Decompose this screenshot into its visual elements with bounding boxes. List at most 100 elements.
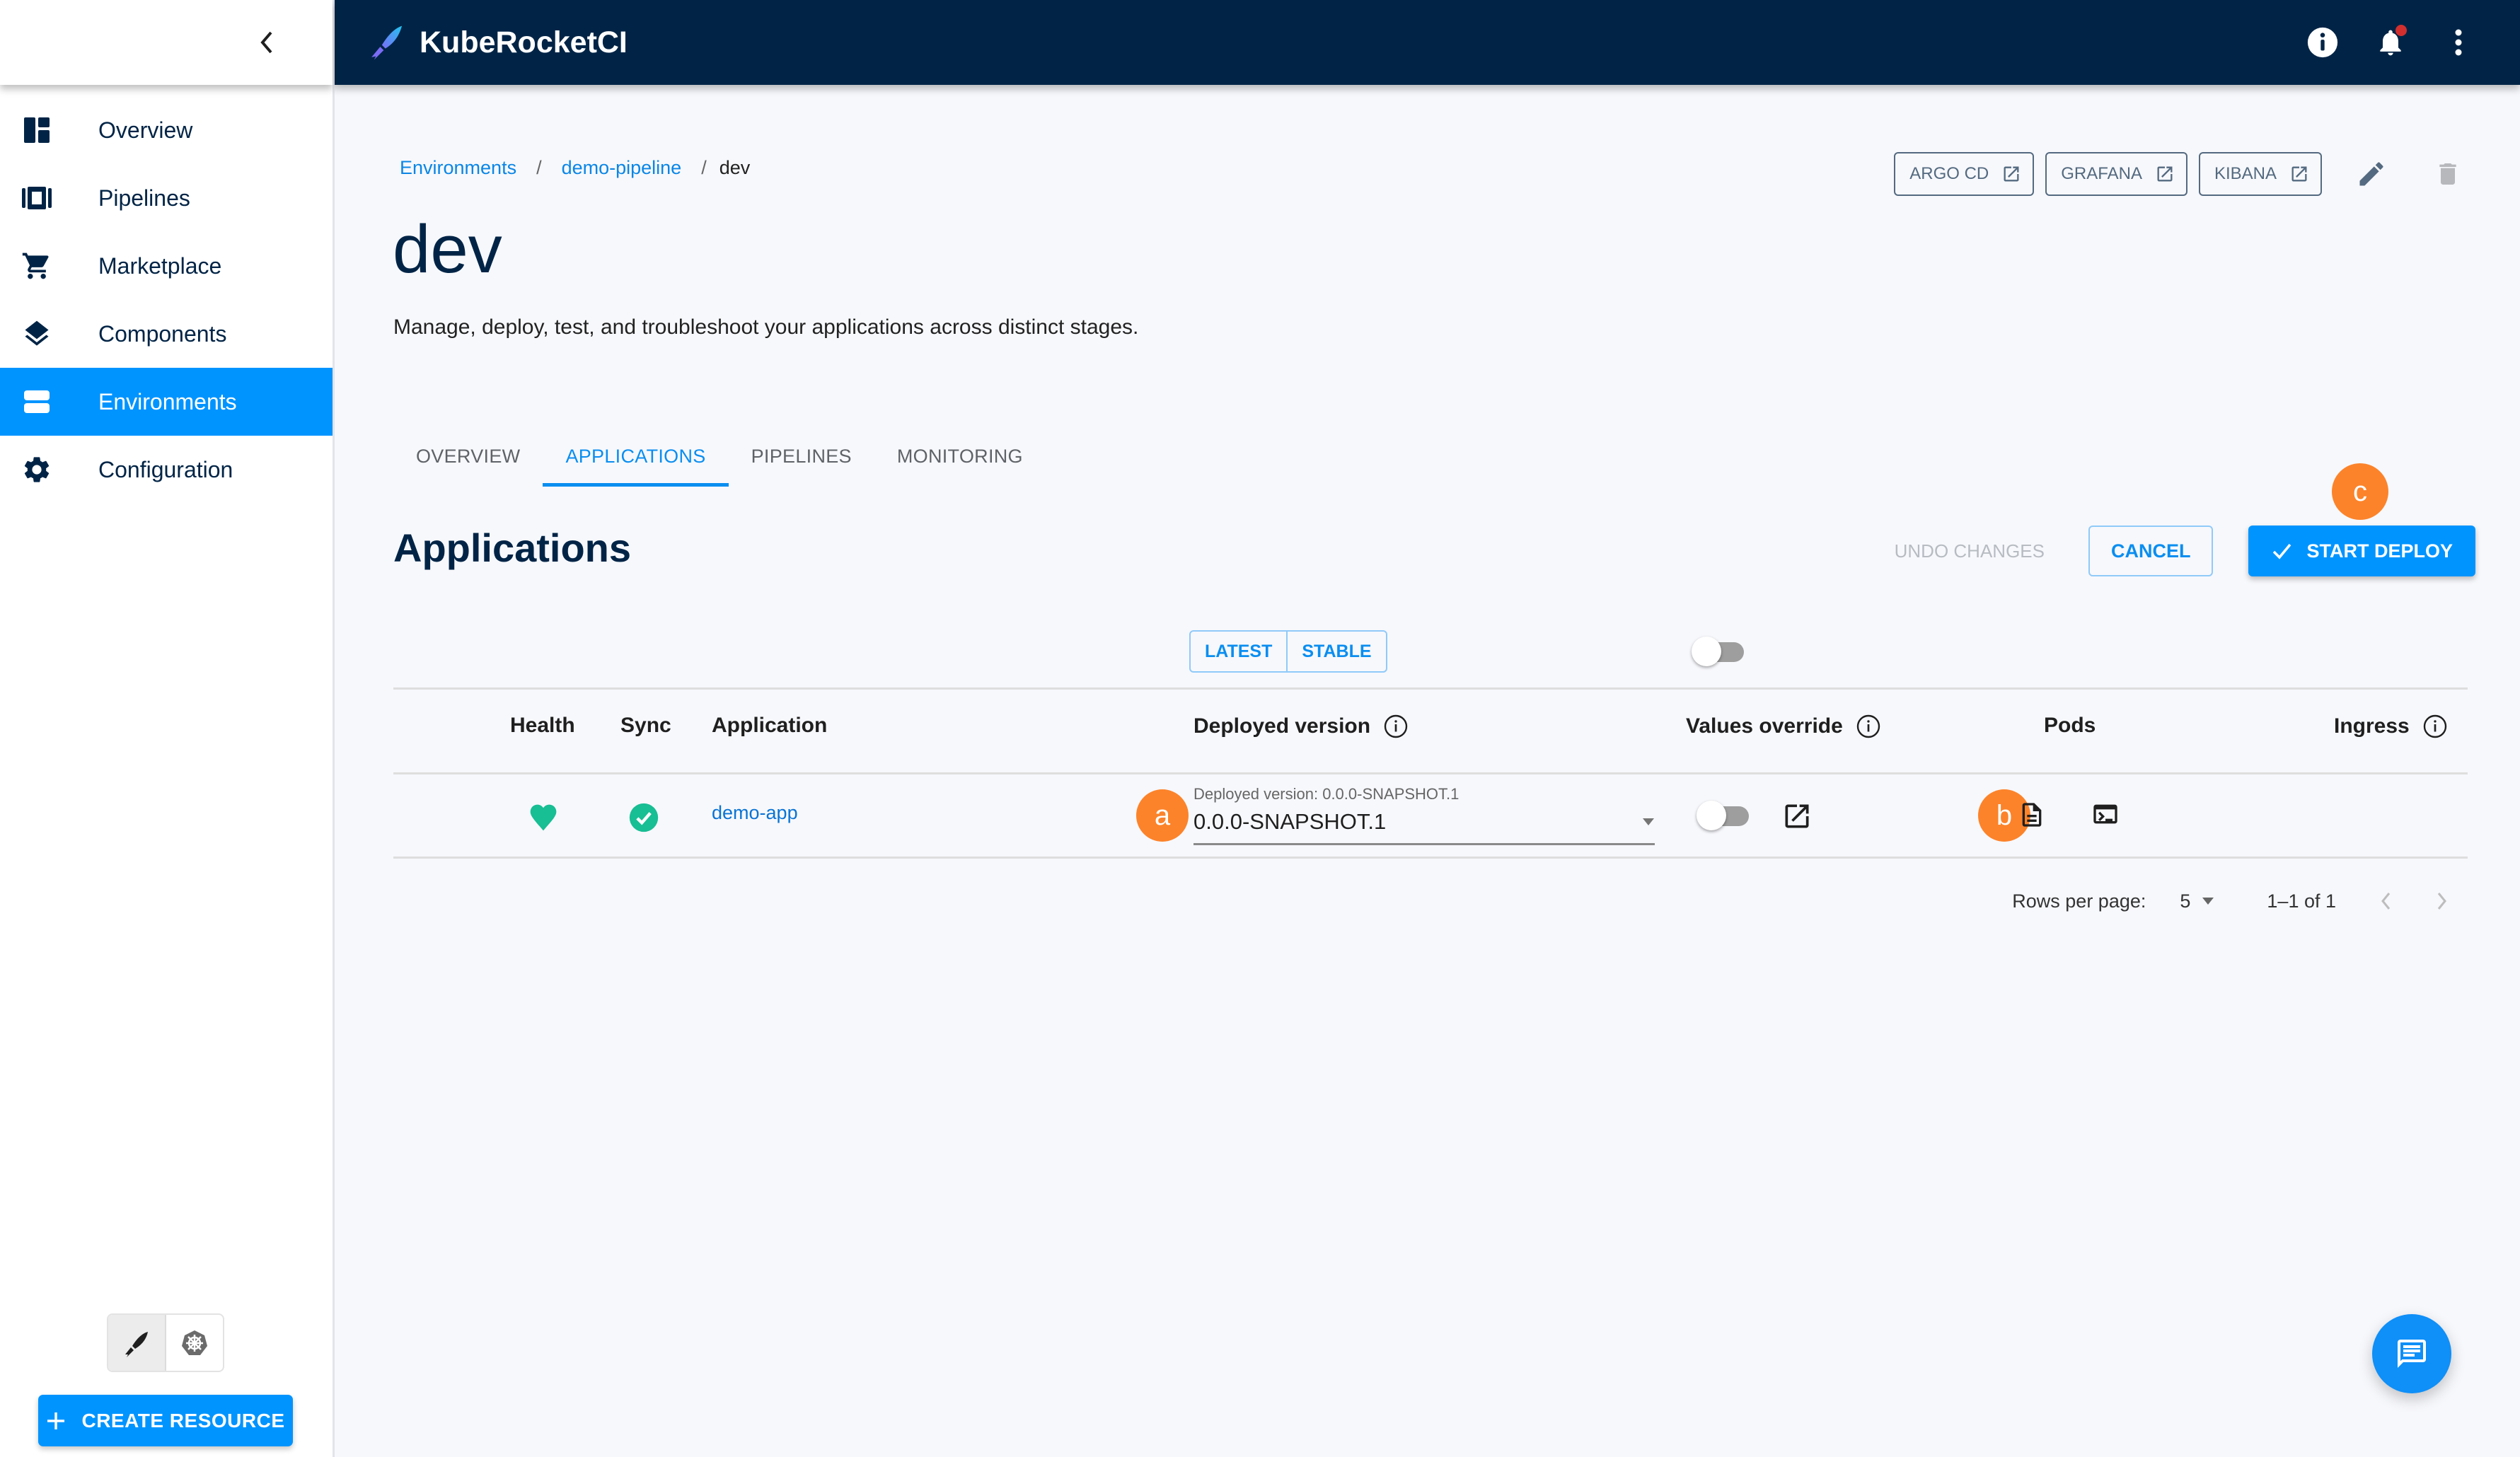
ingress-header-label: Ingress [2334,714,2410,738]
column-header-pods: Pods [2044,714,2096,738]
deployed-version-select-label: Deployed version: 0.0.0-SNAPSHOT.1 [1193,785,1460,803]
tab-pipelines[interactable]: PIPELINES [729,431,874,481]
dropdown-arrow-icon [2202,898,2214,905]
next-page-button[interactable] [2421,880,2463,922]
more-vertical-icon [2455,29,2462,56]
sidebar-item-pipelines[interactable]: Pipelines [0,164,333,232]
chevron-right-icon [2437,893,2446,910]
info-icon [2307,27,2338,58]
app-title: KubeRocketCI [420,25,628,59]
selected-version: 0.0.0-SNAPSHOT.1 [1193,809,1387,834]
cart-icon [18,248,55,284]
rows-per-page-select[interactable]: 5 [2180,890,2214,912]
krci-mode-button[interactable] [108,1315,166,1371]
stable-button[interactable]: STABLE [1286,632,1385,671]
stage-header-actions: ARGO CD GRAFANA KIBANA [1894,149,2473,199]
info-button[interactable] [2304,23,2342,62]
chat-fab-button[interactable] [2372,1314,2451,1393]
document-icon [2022,803,2042,827]
page-title: dev [393,211,502,287]
switch-thumb [1697,801,1726,830]
argocd-label: ARGO CD [1909,164,1989,183]
notifications-button[interactable] [2371,23,2410,62]
deployed-version-header-label: Deployed version [1193,714,1371,738]
deployed-version-select[interactable]: Deployed version: 0.0.0-SNAPSHOT.1 0.0.0… [1193,785,1655,845]
latest-button[interactable]: LATEST [1191,632,1286,671]
chat-icon [2398,1340,2426,1368]
pods-header-label: Pods [2044,714,2096,737]
create-resource-label: CREATE RESOURCE [81,1409,285,1432]
sidebar-header [0,0,333,85]
column-header-values-override: Values override [1686,714,1881,739]
info-outline-icon[interactable] [1383,714,1409,739]
breadcrumb-environments[interactable]: Environments [400,157,516,179]
column-header-application[interactable]: Application [712,714,827,738]
cancel-button[interactable]: CANCEL [2088,526,2214,576]
tab-applications[interactable]: APPLICATIONS [543,431,729,487]
start-deploy-button[interactable]: START DEPLOY [2248,526,2475,576]
check-icon [2273,543,2291,559]
top-actions [2304,0,2478,85]
open-values-override-button[interactable] [1781,801,1813,832]
kubernetes-mode-button[interactable] [166,1315,223,1371]
chevron-left-icon [2381,893,2391,910]
brand[interactable]: KubeRocketCI [367,0,628,85]
sidebar-item-label: Marketplace [98,252,222,279]
pod-terminal-button[interactable] [2091,800,2120,830]
previous-page-button[interactable] [2364,880,2407,922]
chevron-left-icon [260,31,272,54]
breadcrumb-current: dev [719,157,751,178]
heart-icon [530,804,557,831]
pipelines-icon [18,180,55,216]
page-description: Manage, deploy, test, and troubleshoot y… [393,315,1139,339]
kuberocketci-logo-icon [371,25,403,60]
tab-overview[interactable]: OVERVIEW [393,431,543,481]
breadcrumb-separator: / [701,157,707,178]
health-status-cell [528,802,559,837]
column-header-health[interactable]: Health [510,714,575,738]
global-values-override-switch[interactable] [1692,635,1748,668]
environments-icon [18,383,55,420]
edit-button[interactable] [2346,149,2397,199]
open-in-new-icon [2004,166,2019,182]
info-outline-icon[interactable] [2422,714,2448,739]
sidebar-item-components[interactable]: Components [0,300,333,368]
open-in-new-icon [2157,166,2173,182]
rows-per-page-value: 5 [2180,890,2191,912]
plus-icon [47,1412,65,1429]
pod-logs-button[interactable] [2018,800,2046,830]
sidebar-item-environments[interactable]: Environments [0,368,333,436]
kibana-link-button[interactable]: KIBANA [2198,152,2322,196]
undo-changes-button[interactable]: UNDO CHANGES [1895,540,2045,562]
sidebar-item-label: Environments [98,388,237,414]
sidebar-item-label: Overview [98,117,193,143]
applications-actions: UNDO CHANGES CANCEL START DEPLOY [1895,526,2475,576]
more-menu-button[interactable] [2439,23,2478,62]
delete-button[interactable] [2422,149,2473,199]
info-outline-icon[interactable] [1856,714,1881,739]
values-override-toggle[interactable] [1697,799,1753,832]
health-header-label: Health [510,714,575,737]
switch-thumb [1692,637,1721,666]
dashboard-icon [18,112,55,149]
sidebar-item-marketplace[interactable]: Marketplace [0,232,333,300]
sidebar-item-configuration[interactable]: Configuration [0,436,333,504]
application-link[interactable]: demo-app [712,802,798,824]
stage-tabs: OVERVIEW APPLICATIONS PIPELINES MONITORI… [393,431,1046,487]
collapse-sidebar-button[interactable] [242,18,291,67]
trash-icon [2439,163,2456,185]
argocd-link-button[interactable]: ARGO CD [1894,152,2035,196]
check-circle-icon [629,803,659,832]
column-header-deployed-version: Deployed version [1193,714,1409,739]
create-resource-button[interactable]: CREATE RESOURCE [38,1395,293,1446]
table-top-divider [393,687,2468,690]
deployed-version-select-value[interactable]: 0.0.0-SNAPSHOT.1 [1193,809,1655,845]
grafana-link-button[interactable]: GRAFANA [2045,152,2187,196]
sidebar-item-overview[interactable]: Overview [0,96,333,164]
tab-monitoring[interactable]: MONITORING [874,431,1046,481]
sync-status-cell [628,801,659,837]
column-header-sync[interactable]: Sync [620,714,671,738]
top-app-bar: KubeRocketCI [335,0,2520,85]
open-in-new-icon [1785,804,1809,828]
breadcrumb-demo-pipeline[interactable]: demo-pipeline [562,157,682,179]
